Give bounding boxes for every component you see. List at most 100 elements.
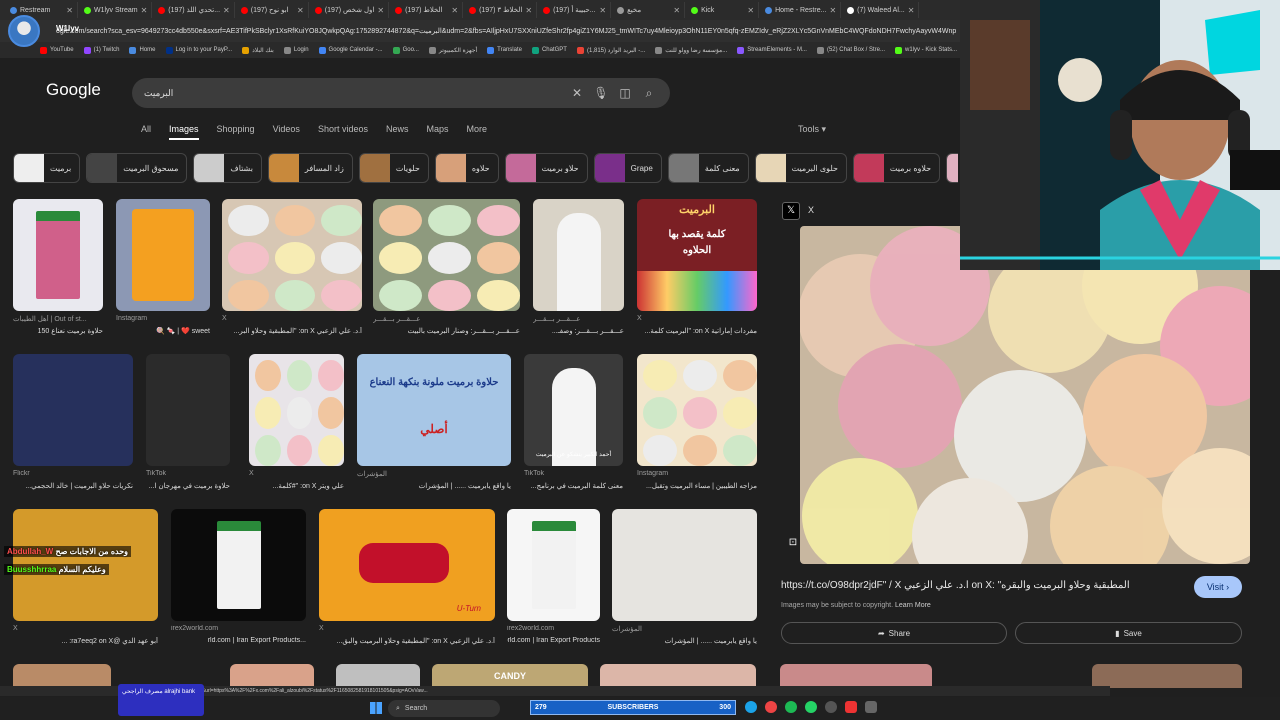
partial-row-thumb[interactable]: CANDY xyxy=(432,664,588,688)
bookmark-item[interactable]: أجهزة الكمبيوتر xyxy=(428,46,477,54)
result-title[interactable]: عـــقـــر بـــقـــر: وصفـ... xyxy=(533,327,624,335)
result-source[interactable]: irex2world.com xyxy=(507,625,600,632)
image-result-thumbnail[interactable]: أحمد الكبير يتشكو عن البرميت xyxy=(524,354,623,466)
browser-tab[interactable]: (197) ابو نوح ✕ xyxy=(237,2,309,18)
image-result-thumbnail[interactable] xyxy=(637,354,757,466)
result-title[interactable]: يا واقع يابرميت ...... | المؤشرات xyxy=(612,637,757,645)
close-icon[interactable]: ✕ xyxy=(223,6,230,15)
image-result-thumbnail[interactable] xyxy=(171,509,306,621)
search-icon[interactable]: ⌕ xyxy=(640,86,658,101)
bookmark-item[interactable]: Log in to your PayP... xyxy=(165,46,232,54)
related-chip[interactable]: حلاوه xyxy=(434,153,499,183)
result-title[interactable]: أبو عهد الدي @ra7eeq2 on X: ... xyxy=(13,637,158,645)
result-title[interactable]: نكريات حلاو البرميت | خالد الحجمي... xyxy=(13,482,133,490)
taskbar-search[interactable]: ⌕ Search xyxy=(388,700,500,717)
share-button[interactable]: ➦ Share xyxy=(781,622,1007,644)
close-icon[interactable]: ✕ xyxy=(568,86,586,100)
visit-button[interactable]: Visit › xyxy=(1194,576,1242,598)
close-icon[interactable]: ✕ xyxy=(747,6,754,15)
related-chip[interactable]: Grape xyxy=(593,153,662,183)
image-result-thumbnail[interactable] xyxy=(13,199,103,311)
related-chip[interactable]: نعناع xyxy=(946,153,958,183)
close-icon[interactable]: ✕ xyxy=(908,6,915,15)
search-box[interactable]: البرميت ✕ 🎙 ◫ ⌕ xyxy=(132,78,670,108)
lens-icon[interactable]: ⊡ xyxy=(786,536,800,550)
bookmark-item[interactable]: (1) Twitch xyxy=(83,46,119,54)
filter-videos[interactable]: Videos xyxy=(273,124,300,140)
result-title[interactable]: ...rld.com | Iran Export Products xyxy=(171,637,306,644)
bookmark-item[interactable]: Google Calendar -... xyxy=(318,46,383,54)
save-button[interactable]: ▮ Save xyxy=(1015,622,1242,644)
result-source[interactable]: Instagram xyxy=(637,470,757,477)
browser-tab[interactable]: (197) الخلاط ✕ xyxy=(391,2,464,18)
result-source[interactable]: X xyxy=(13,625,158,632)
close-icon[interactable]: ✕ xyxy=(297,6,304,15)
browser-tab[interactable]: (197) اول شخص ✕ xyxy=(311,2,390,18)
partial-row-thumb[interactable] xyxy=(780,664,932,688)
result-source[interactable]: TikTok xyxy=(146,470,230,477)
result-source[interactable]: عـــقـــر بـــقـــر xyxy=(373,315,520,323)
result-title[interactable]: sweet ❤️ | 🍬 🍭 xyxy=(116,327,210,335)
partial-row-thumb[interactable] xyxy=(1092,664,1242,688)
image-result-thumbnail[interactable] xyxy=(249,354,344,466)
related-chip[interactable]: معنى كلمة xyxy=(667,153,749,183)
image-result-thumbnail[interactable] xyxy=(373,199,520,311)
whatsapp-icon[interactable] xyxy=(805,701,817,713)
app-icon[interactable] xyxy=(845,701,857,713)
image-result-thumbnail[interactable] xyxy=(533,199,624,311)
search-input[interactable]: البرميت xyxy=(144,88,562,99)
bookmark-item[interactable]: YouTube xyxy=(40,46,74,54)
result-source[interactable]: X xyxy=(249,470,344,477)
result-title[interactable]: مفردات إماراتية on X: "البرميت كلمة... xyxy=(637,327,757,335)
related-chip[interactable]: حلويات xyxy=(358,153,429,183)
browser-tab[interactable]: Kick ✕ xyxy=(687,2,760,18)
bookmark-item[interactable]: بنك البلاد xyxy=(242,46,274,54)
close-icon[interactable]: ✕ xyxy=(377,6,384,15)
bookmark-item[interactable]: w1lyv - Kick Stats... xyxy=(895,46,957,54)
image-result-thumbnail[interactable]: U-Turn xyxy=(319,509,495,621)
result-title[interactable]: يا واقع يابرميت ...... | المؤشرات xyxy=(357,482,511,490)
image-result-thumbnail[interactable] xyxy=(222,199,362,311)
result-title[interactable]: حلاوة برميت في مهرجان ا... xyxy=(146,482,230,490)
bookmark-item[interactable]: Login xyxy=(283,46,309,54)
bookmark-item[interactable]: مؤسسة رضا وولو للنت... xyxy=(655,46,727,54)
image-result-thumbnail[interactable]: حلاوة برميت ملونة بنكهة النعناع أصلي xyxy=(357,354,511,466)
result-title[interactable]: عـــقـــر بـــقـــر: وصنار البرميت بالبي… xyxy=(373,327,520,335)
image-result-thumbnail[interactable] xyxy=(116,199,210,311)
result-title[interactable]: أ.د. علي الزعبي on X: "المطبقية وحلاو ال… xyxy=(319,637,495,645)
bookmark-item[interactable]: Translate xyxy=(487,46,522,54)
partial-row-thumb[interactable] xyxy=(600,664,756,688)
preview-url[interactable]: https://t.co/O98dpr2jdF" / X أ.د. علي ال… xyxy=(781,580,1161,591)
related-chip[interactable]: برميت xyxy=(13,153,81,183)
close-icon[interactable]: ✕ xyxy=(525,6,532,15)
bookmark-item[interactable]: Goo... xyxy=(392,46,419,54)
related-chip[interactable]: مسحوق البرميت xyxy=(86,153,188,183)
browser-tab[interactable]: Home - Restre... ✕ xyxy=(761,2,842,18)
result-source[interactable]: X xyxy=(319,625,495,632)
browser-tab[interactable]: (197) الخلاط ٣ ✕ xyxy=(465,2,538,18)
related-chip[interactable]: حلاو برميت xyxy=(504,153,588,183)
result-title[interactable]: علي ويتر on X: "#كلمة... xyxy=(249,482,345,490)
related-chip[interactable]: زاد المسافر xyxy=(267,153,353,183)
bookmark-item[interactable]: StreamElements - M... xyxy=(737,46,807,54)
result-title[interactable]: أ.د. علي الزعبي on X: "المطبقية وحلاو ال… xyxy=(222,327,362,335)
result-title[interactable]: مزاجه الطيبين | مساء البرميت وتقبل... xyxy=(637,482,757,490)
partial-row-thumb[interactable] xyxy=(13,664,111,688)
close-icon[interactable]: ✕ xyxy=(673,6,680,15)
obs-icon[interactable] xyxy=(825,701,837,713)
result-source[interactable]: أهل الطيبات | Out of st... xyxy=(13,315,103,323)
related-chip[interactable]: بشتاف xyxy=(193,153,262,183)
bookmark-item[interactable]: البريد الوارد (1,815) -... xyxy=(576,46,645,54)
partial-row-thumb[interactable] xyxy=(230,664,314,688)
panel-source[interactable]: X xyxy=(808,205,814,215)
edge-icon[interactable] xyxy=(745,701,757,713)
image-result-thumbnail[interactable]: البرميت كلمة يقصد بها الحلاوه xyxy=(637,199,757,311)
close-icon[interactable]: ✕ xyxy=(451,6,458,15)
bookmark-item[interactable]: (52) Chat Box / Stre... xyxy=(816,46,885,54)
bookmark-item[interactable]: Home xyxy=(129,46,156,54)
filter-all[interactable]: All xyxy=(141,124,151,140)
microphone-icon[interactable]: 🎙 xyxy=(592,86,610,100)
result-source[interactable]: المؤشرات xyxy=(612,625,757,633)
bookmark-item[interactable]: ChatGPT xyxy=(531,46,567,54)
browser-tab[interactable]: (7) Waleed Al... ✕ xyxy=(843,2,920,18)
